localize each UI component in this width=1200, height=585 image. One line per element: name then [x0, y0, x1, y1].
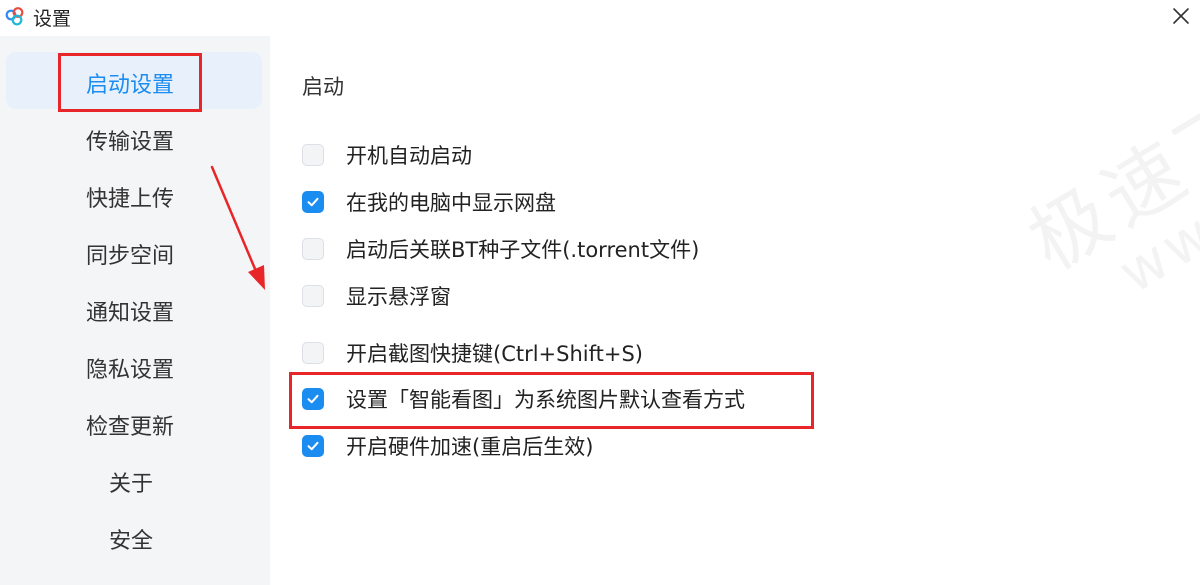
- sidebar-item-security[interactable]: 安全: [109, 523, 153, 555]
- checkbox-checked[interactable]: [302, 388, 324, 410]
- option-label: 启动后关联BT种子文件(.torrent文件): [346, 238, 700, 262]
- settings-sidebar: 启动设置 传输设置 快捷上传 同步空间 通知设置 隐私设置 检查更新 关于 安全: [0, 36, 270, 585]
- option-auto-start[interactable]: 开机自动启动: [302, 140, 472, 170]
- sidebar-item-startup[interactable]: 启动设置: [86, 67, 174, 99]
- option-show-floating-window[interactable]: 显示悬浮窗: [302, 281, 451, 311]
- sidebar-item-privacy[interactable]: 隐私设置: [86, 352, 174, 384]
- check-icon: [307, 197, 319, 207]
- section-title-startup: 启动: [302, 75, 344, 99]
- checkbox[interactable]: [302, 238, 324, 260]
- option-label: 开启硬件加速(重启后生效): [346, 435, 594, 459]
- window-title: 设置: [33, 8, 72, 30]
- sidebar-item-about[interactable]: 关于: [109, 466, 153, 498]
- option-label: 显示悬浮窗: [346, 285, 451, 309]
- checkbox-checked[interactable]: [302, 435, 324, 457]
- title-bar: 设置: [0, 0, 1200, 36]
- close-icon[interactable]: [1166, 2, 1196, 32]
- option-label: 开机自动启动: [346, 144, 472, 168]
- option-associate-bt-torrent[interactable]: 启动后关联BT种子文件(.torrent文件): [302, 234, 699, 264]
- option-screenshot-hotkey[interactable]: 开启截图快捷键(Ctrl+Shift+S): [302, 338, 643, 368]
- check-icon: [307, 394, 319, 404]
- settings-panel: 极速下载站 www.mydown.com 启动 开机自动启动 在我的电脑中显示网…: [270, 36, 1200, 585]
- check-icon: [307, 441, 319, 451]
- sidebar-item-sync-space[interactable]: 同步空间: [86, 238, 174, 270]
- option-label: 设置「智能看图」为系统图片默认查看方式: [346, 388, 745, 412]
- sidebar-item-transfer[interactable]: 传输设置: [86, 124, 174, 156]
- checkbox[interactable]: [302, 285, 324, 307]
- option-show-in-my-computer[interactable]: 在我的电脑中显示网盘: [302, 187, 556, 217]
- sidebar-item-notifications[interactable]: 通知设置: [86, 295, 174, 327]
- sidebar-item-quick-upload[interactable]: 快捷上传: [86, 181, 174, 213]
- option-hardware-acceleration[interactable]: 开启硬件加速(重启后生效): [302, 431, 593, 461]
- option-default-image-viewer[interactable]: 设置「智能看图」为系统图片默认查看方式: [302, 384, 745, 414]
- checkbox[interactable]: [302, 342, 324, 364]
- option-label: 在我的电脑中显示网盘: [346, 191, 556, 215]
- option-label: 开启截图快捷键(Ctrl+Shift+S): [346, 342, 644, 366]
- sidebar-item-check-update[interactable]: 检查更新: [86, 409, 174, 441]
- checkbox-checked[interactable]: [302, 191, 324, 213]
- checkbox[interactable]: [302, 144, 324, 166]
- baidu-netdisk-cloud-icon: [4, 6, 26, 28]
